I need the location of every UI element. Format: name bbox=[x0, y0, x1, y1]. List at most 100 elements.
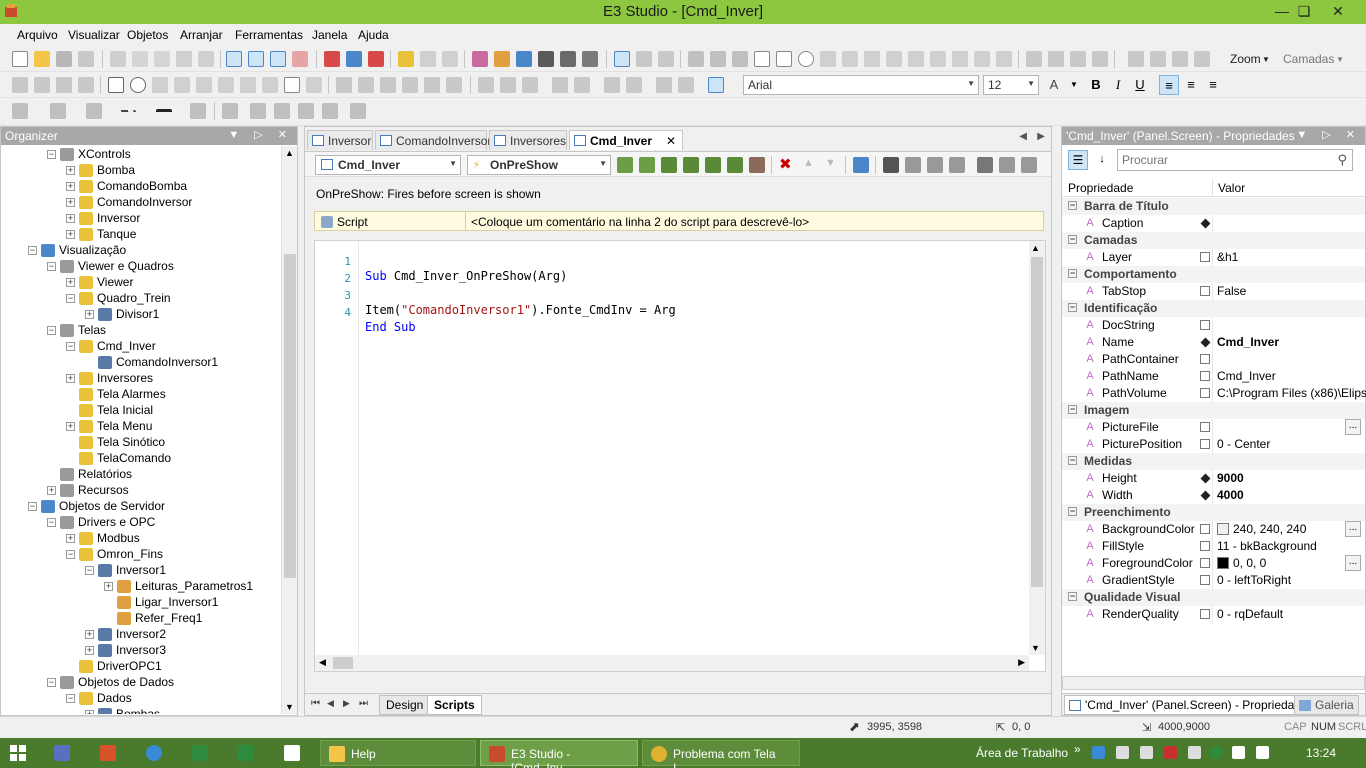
find-icon[interactable] bbox=[883, 157, 899, 173]
layers-chevron-down-icon[interactable]: ▼ bbox=[1336, 55, 1344, 64]
arc-tool-icon[interactable] bbox=[820, 51, 836, 67]
taskbar-app-b-icon[interactable] bbox=[100, 745, 116, 761]
collapse-icon[interactable]: − bbox=[1068, 456, 1077, 465]
app-browser-icon[interactable] bbox=[853, 157, 869, 173]
save-icon[interactable] bbox=[56, 51, 72, 67]
flag-icon[interactable] bbox=[1232, 746, 1245, 759]
combo-tool-icon[interactable] bbox=[262, 77, 278, 93]
search-input[interactable] bbox=[1122, 152, 1322, 168]
script-comment-bar[interactable]: Script <Coloque um comentário na linha 2… bbox=[314, 211, 1044, 231]
effect-d-icon[interactable] bbox=[322, 103, 338, 119]
effect-c-icon[interactable] bbox=[298, 103, 314, 119]
property-row[interactable]: A PicturePosition 0 - Center bbox=[1062, 436, 1365, 453]
tree-node[interactable]: ComandoInversor1 bbox=[85, 354, 218, 370]
rotate-icon[interactable] bbox=[636, 51, 652, 67]
add-action-c-icon[interactable] bbox=[705, 157, 721, 173]
expand-toggle-icon[interactable]: − bbox=[47, 325, 56, 335]
expand-toggle-icon[interactable]: − bbox=[47, 517, 56, 527]
tree-node[interactable]: − Inversor1 bbox=[85, 562, 166, 578]
property-value[interactable]: 11 - bkBackground bbox=[1217, 539, 1317, 553]
property-row[interactable]: A Width 4000 bbox=[1062, 487, 1365, 504]
property-category[interactable]: − Identificação bbox=[1062, 300, 1365, 317]
tree-node[interactable]: − Omron_Fins bbox=[66, 546, 163, 562]
spin-tool-icon[interactable] bbox=[240, 77, 256, 93]
property-value-cell[interactable]: 0 - rqDefault bbox=[1217, 607, 1283, 621]
expand-toggle-icon[interactable]: + bbox=[66, 277, 75, 287]
paste-icon[interactable] bbox=[154, 51, 170, 67]
organizer-scrollbar[interactable]: ▲ ▼ bbox=[281, 146, 297, 714]
collapse-icon[interactable]: − bbox=[1068, 201, 1077, 210]
run-icon[interactable] bbox=[346, 51, 362, 67]
tree-node[interactable]: + Inversor2 bbox=[85, 626, 166, 642]
property-value[interactable]: &h1 bbox=[1217, 250, 1238, 264]
tree-node[interactable]: + Inversores bbox=[66, 370, 153, 386]
tool-b-icon[interactable] bbox=[442, 51, 458, 67]
table-tool-icon[interactable] bbox=[996, 51, 1012, 67]
text-tool-icon[interactable] bbox=[930, 51, 946, 67]
tree-node[interactable]: + Inversor3 bbox=[85, 642, 166, 658]
expand-toggle-icon[interactable]: + bbox=[66, 213, 75, 223]
ellipse-tool-icon[interactable] bbox=[798, 51, 814, 67]
tool-a-icon[interactable] bbox=[420, 51, 436, 67]
tab-cmd-inver[interactable]: Cmd_Inver ✕ bbox=[569, 130, 683, 150]
bookmark-c-icon[interactable] bbox=[1021, 157, 1037, 173]
expand-toggle-icon[interactable]: + bbox=[66, 533, 75, 543]
tab-scroll-right-icon[interactable]: ▶ bbox=[1037, 131, 1045, 142]
tab-gallery[interactable]: Galeria bbox=[1294, 695, 1359, 715]
delete-script-icon[interactable]: ✖ bbox=[779, 155, 792, 173]
scroll-left-icon[interactable]: ◀ bbox=[319, 657, 326, 668]
expand-toggle-icon[interactable]: − bbox=[47, 261, 56, 271]
expand-toggle-icon[interactable]: + bbox=[66, 229, 75, 239]
tree-node[interactable]: + Bombas bbox=[85, 706, 160, 714]
scroll-thumb[interactable] bbox=[1031, 257, 1043, 587]
line-tool-icon[interactable] bbox=[688, 51, 704, 67]
property-row[interactable]: A PathVolume C:\Program Files (x86)\Elips.… bbox=[1062, 385, 1366, 402]
scroll-up-icon[interactable]: ▲ bbox=[285, 148, 294, 158]
font-color-chevron-icon[interactable]: ▼ bbox=[1064, 75, 1084, 95]
tray-c-icon[interactable] bbox=[1140, 746, 1153, 759]
checkbox-tool-icon[interactable] bbox=[108, 77, 124, 93]
property-row[interactable]: A ForegroundColor 0, 0, 0... bbox=[1062, 555, 1365, 572]
tag-icon[interactable] bbox=[538, 51, 554, 67]
property-value-cell[interactable]: Cmd_Inver bbox=[1217, 369, 1276, 383]
replace-icon[interactable] bbox=[949, 157, 965, 173]
code-editor[interactable]: 1 Sub Cmd_Inver_OnPreShow(Arg) 2 3 Item(… bbox=[314, 240, 1046, 672]
property-row[interactable]: A RenderQuality 0 - rqDefault bbox=[1062, 606, 1365, 623]
collapse-icon[interactable]: − bbox=[1068, 405, 1077, 414]
event-select[interactable]: ⚡ OnPreShow ▼ bbox=[467, 155, 611, 175]
line-color2-icon[interactable] bbox=[86, 103, 102, 119]
property-category[interactable]: − Comportamento bbox=[1062, 266, 1365, 283]
font-color-icon[interactable]: A bbox=[1044, 75, 1064, 95]
expand-toggle-icon[interactable]: − bbox=[28, 501, 37, 511]
scroll-down-icon[interactable]: ▼ bbox=[285, 702, 294, 712]
tab-comandoinversor[interactable]: ComandoInversor bbox=[375, 130, 491, 150]
property-row[interactable]: A PathName Cmd_Inver bbox=[1062, 368, 1365, 385]
object-select[interactable]: Cmd_Inver ▼ bbox=[315, 155, 461, 175]
tree-node[interactable]: − XControls bbox=[47, 146, 131, 162]
expand-toggle-icon[interactable]: − bbox=[85, 565, 94, 575]
collapse-icon[interactable]: − bbox=[1068, 235, 1077, 244]
close-tab-icon[interactable]: ✕ bbox=[666, 134, 676, 148]
tab-properties[interactable]: 'Cmd_Inver' (Panel.Screen) - Propriedade… bbox=[1064, 695, 1319, 715]
tree-node[interactable]: − Visualização bbox=[28, 242, 126, 258]
flip-v-icon[interactable] bbox=[678, 77, 694, 93]
italic-button[interactable]: I bbox=[1108, 75, 1128, 95]
polygon-tool-icon[interactable] bbox=[864, 51, 880, 67]
add-action-b-icon[interactable] bbox=[683, 157, 699, 173]
space-v-icon[interactable] bbox=[574, 77, 590, 93]
menu-arranjar[interactable]: Arranjar bbox=[180, 28, 223, 42]
taskbar-e3studio[interactable]: E3 Studio - [Cmd_Inv... bbox=[480, 740, 638, 768]
add-action-e-icon[interactable] bbox=[749, 157, 765, 173]
fmt-a-icon[interactable] bbox=[12, 77, 28, 93]
underline-button[interactable]: U bbox=[1130, 75, 1150, 95]
radio-tool-icon[interactable] bbox=[130, 77, 146, 93]
property-row[interactable]: A BackgroundColor 240, 240, 240... bbox=[1062, 521, 1365, 538]
shadow-icon[interactable] bbox=[190, 103, 206, 119]
property-value-cell[interactable]: &h1 bbox=[1217, 250, 1238, 264]
order-front-icon[interactable] bbox=[1070, 51, 1086, 67]
align-d-icon[interactable] bbox=[1194, 51, 1210, 67]
tree-node[interactable]: + Modbus bbox=[66, 530, 140, 546]
taskbar-app-e-icon[interactable] bbox=[284, 745, 300, 761]
scroll-thumb[interactable] bbox=[333, 657, 353, 669]
tray-e-icon[interactable] bbox=[1188, 746, 1201, 759]
